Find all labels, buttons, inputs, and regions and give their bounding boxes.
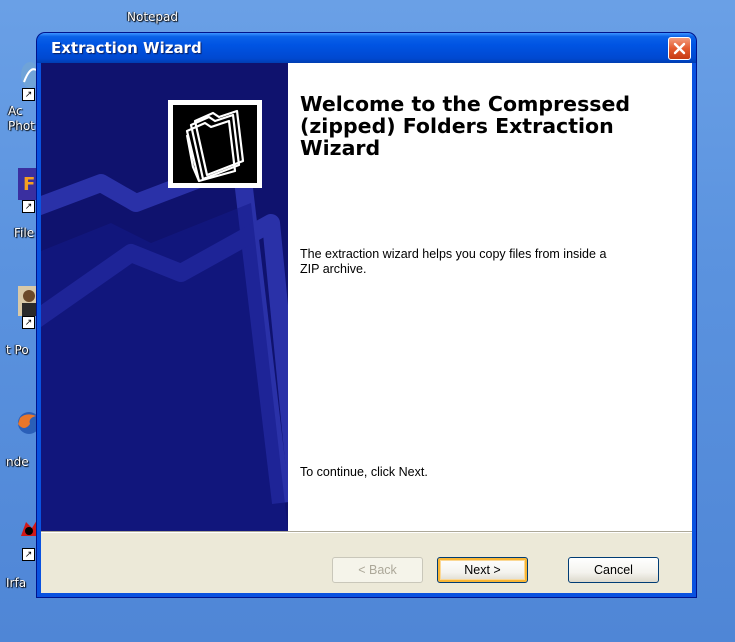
- wizard-description: The extraction wizard helps you copy fil…: [300, 247, 607, 276]
- window-frame-right: [692, 63, 696, 597]
- title-bar[interactable]: Extraction Wizard: [37, 33, 696, 63]
- window-title: Extraction Wizard: [51, 39, 202, 57]
- shortcut-arrow-icon: ↗: [22, 88, 35, 101]
- wizard-heading: Welcome to the Compressed (zipped) Folde…: [300, 92, 631, 160]
- desktop-icon-label-acrobat[interactable]: Ac Phot: [8, 104, 35, 134]
- window-frame-bottom: [37, 593, 696, 597]
- svg-text:F: F: [23, 174, 35, 195]
- extraction-wizard-window: Extraction Wizard Welcome to the Compres…: [37, 33, 696, 597]
- wizard-body: Welcome to the Compressed (zipped) Folde…: [41, 63, 692, 593]
- desktop-icon-label-point[interactable]: t Po: [6, 343, 29, 357]
- close-button[interactable]: [668, 37, 691, 60]
- desktop-icon-label-index[interactable]: nde: [6, 455, 29, 469]
- cancel-button[interactable]: Cancel: [568, 557, 659, 583]
- shortcut-arrow-icon: ↗: [22, 200, 35, 213]
- shortcut-arrow-icon: ↗: [22, 316, 35, 329]
- desktop-icon-label-notepad[interactable]: Notepad: [127, 10, 178, 24]
- close-icon: [673, 42, 686, 55]
- desktop-icon-label-irfan[interactable]: Irfa: [6, 576, 26, 590]
- continue-instruction: To continue, click Next.: [300, 465, 428, 479]
- wizard-content: Welcome to the Compressed (zipped) Folde…: [288, 63, 692, 531]
- next-button[interactable]: Next >: [437, 557, 528, 583]
- back-button[interactable]: < Back: [332, 557, 423, 583]
- footer-separator: [41, 531, 692, 533]
- desktop-icon-label-file[interactable]: File: [14, 226, 34, 240]
- zipped-folders-icon: [185, 109, 245, 183]
- folders-icon-frame: [168, 100, 262, 188]
- wizard-side-banner: [41, 63, 288, 531]
- shortcut-arrow-icon: ↗: [22, 548, 35, 561]
